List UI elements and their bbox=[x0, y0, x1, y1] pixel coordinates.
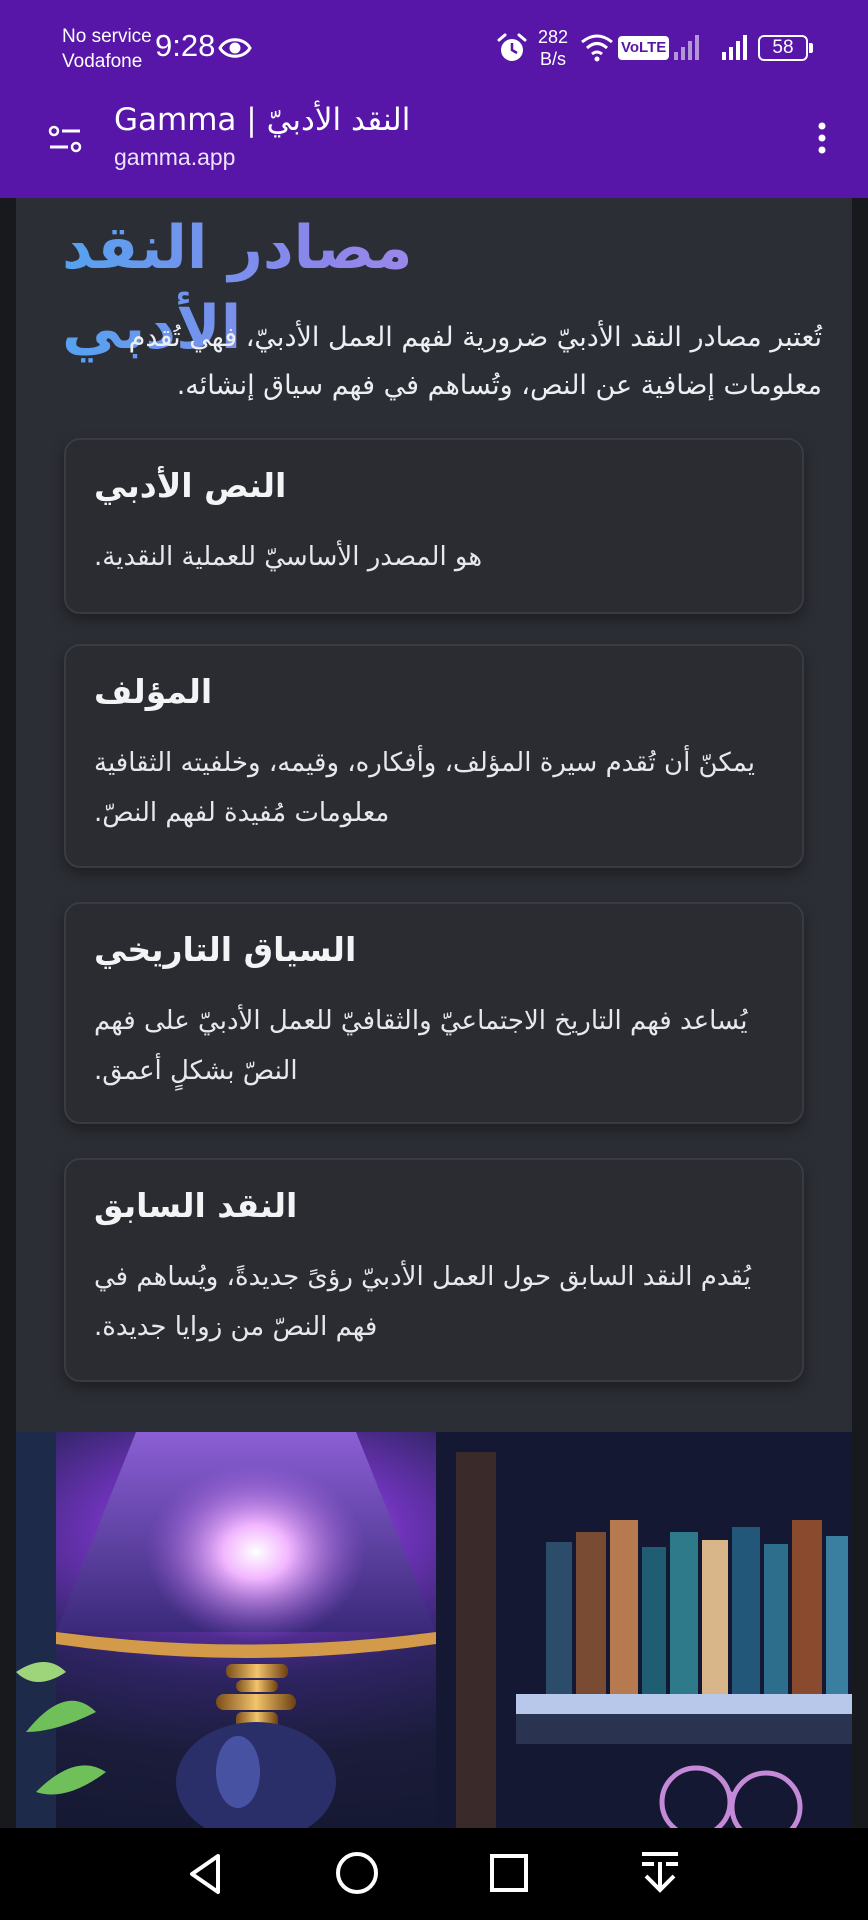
alarm-icon bbox=[497, 33, 527, 61]
page-domain[interactable]: gamma.app bbox=[114, 144, 235, 171]
battery-indicator: 58 bbox=[758, 35, 813, 61]
signal-icon-sim2 bbox=[674, 35, 699, 60]
browser-toolbar: Gamma | النقد الأدبيّ gamma.app bbox=[0, 100, 868, 198]
card-title: النص الأدبي bbox=[94, 466, 287, 505]
books bbox=[546, 1520, 848, 1702]
card-literary-text: النص الأدبي هو المصدر الأساسيّ للعملية ا… bbox=[64, 438, 804, 614]
network-speed-unit: B/s bbox=[540, 49, 567, 69]
clock: 9:28 bbox=[155, 28, 216, 63]
card-historical-context: السياق التاريخي يُساعد فهم التاريخ الاجت… bbox=[64, 902, 804, 1124]
wifi-icon bbox=[581, 34, 613, 62]
carrier-line2: Vodafone bbox=[62, 51, 143, 72]
recents-icon[interactable] bbox=[488, 1852, 530, 1894]
card-previous-criticism: النقد السابق يُقدم النقد السابق حول العم… bbox=[64, 1158, 804, 1382]
banner-image bbox=[16, 1432, 852, 1828]
back-icon[interactable] bbox=[182, 1850, 230, 1898]
site-settings-icon[interactable] bbox=[46, 120, 86, 160]
card-body: يُساعد فهم التاريخ الاجتماعيّ والثقافيّ … bbox=[94, 1006, 748, 1086]
lamp-bookshelf-illustration bbox=[16, 1432, 852, 1828]
network-speed: 282 B/s bbox=[538, 26, 568, 70]
card-title: السياق التاريخي bbox=[94, 930, 357, 969]
eye-icon bbox=[218, 38, 252, 58]
system-navigation-bar bbox=[0, 1828, 868, 1920]
card-author: المؤلف يمكنّ أن تُقدم سيرة المؤلف، وأفكا… bbox=[64, 644, 804, 868]
card-body: هو المصدر الأساسيّ للعملية النقدية. bbox=[94, 542, 483, 572]
page-tab-title: Gamma | النقد الأدبيّ bbox=[114, 102, 411, 138]
status-bar: No service Vodafone 9:28 282 B/s VoLTE 5… bbox=[0, 0, 868, 100]
carrier-line1: No service bbox=[62, 26, 152, 47]
card-title: المؤلف bbox=[94, 672, 213, 711]
signal-icon-sim1 bbox=[722, 35, 747, 60]
card-title: النقد السابق bbox=[94, 1186, 298, 1225]
page-content: مصادر النقد الأدبي تُعتبر مصادر النقد ال… bbox=[16, 198, 852, 1828]
intro-paragraph: تُعتبر مصادر النقد الأدبيّ ضرورية لفهم ا… bbox=[128, 322, 822, 401]
volte-badge: VoLTE bbox=[618, 36, 670, 60]
card-body: يُقدم النقد السابق حول العمل الأدبيّ رؤى… bbox=[94, 1262, 751, 1342]
home-icon[interactable] bbox=[334, 1850, 380, 1896]
network-speed-value: 282 bbox=[538, 27, 569, 47]
menu-icon[interactable] bbox=[810, 118, 834, 158]
carrier-info: No service Vodafone bbox=[62, 24, 152, 74]
card-body: يمكنّ أن تُقدم سيرة المؤلف، وأفكاره، وقي… bbox=[94, 748, 755, 828]
hide-keyboard-icon[interactable] bbox=[636, 1848, 684, 1896]
